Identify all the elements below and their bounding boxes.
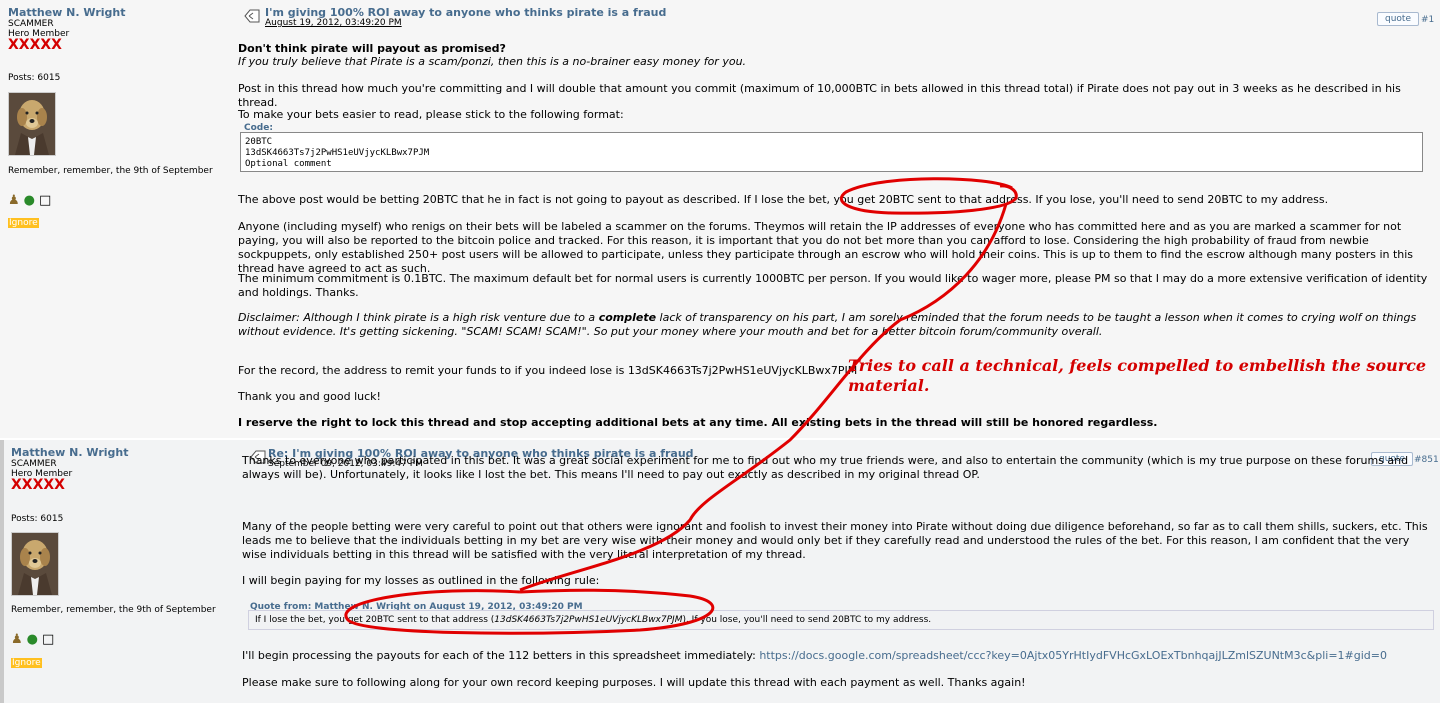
quote-address: 13dSK4663Ts7j2PwHS1eUVjycKLBwx7PJM — [494, 615, 683, 625]
post-heading: Don't think pirate will payout as promis… — [238, 42, 506, 55]
disclaimer-paragraph: Disclaimer: Although I think pirate is a… — [238, 311, 1428, 339]
post-count: Posts: 6015 — [11, 514, 64, 524]
spreadsheet-link[interactable]: https://docs.google.com/spreadsheet/ccc?… — [759, 649, 1387, 662]
forum-post-851: Matthew N. Wright SCAMMER Hero Member XX… — [0, 440, 1440, 703]
scammer-stars: XXXXX — [11, 477, 65, 493]
personal-text: Remember, remember, the 9th of September — [11, 605, 216, 615]
paragraph: Post in this thread how much you're comm… — [238, 82, 1401, 109]
avatar-dog-image — [12, 533, 58, 595]
website-globe-icon[interactable]: ● — [24, 193, 35, 208]
paragraph-bold: I reserve the right to lock this thread … — [238, 416, 1158, 429]
personal-message-icon[interactable]: □ — [39, 193, 51, 208]
paragraph: The above post would be betting 20BTC th… — [238, 193, 1329, 206]
post-body: Thanks to everyone who participated in t… — [242, 440, 1438, 703]
poster-info: Matthew N. Wright SCAMMER Hero Member XX… — [11, 446, 221, 668]
poster-info: Matthew N. Wright SCAMMER Hero Member XX… — [8, 6, 218, 228]
poster-name-link[interactable]: Matthew N. Wright — [11, 446, 221, 459]
ignore-button[interactable]: Ignore — [11, 658, 42, 668]
paragraph-text: I'll begin processing the payouts for ea… — [242, 649, 760, 662]
avatar[interactable] — [8, 92, 56, 156]
code-line: 20BTC — [245, 137, 273, 147]
scammer-stars: XXXXX — [8, 37, 62, 53]
poster-icons: ♟ ● □ — [8, 193, 51, 208]
paragraph: I will begin paying for my losses as out… — [242, 574, 600, 587]
trust-people-icon[interactable]: ♟ — [11, 632, 23, 647]
poster-icons: ♟ ● □ — [11, 632, 54, 647]
disclaimer-text: Disclaimer: Although I think pirate is a… — [238, 311, 599, 324]
personal-message-icon[interactable]: □ — [42, 632, 54, 647]
paragraph: Thanks to everyone who participated in t… — [242, 454, 1409, 481]
personal-text: Remember, remember, the 9th of September — [8, 166, 213, 176]
quote-block: If I lose the bet, you get 20BTC sent to… — [248, 610, 1434, 630]
paragraph: Anyone (including myself) who renigs on … — [238, 220, 1414, 275]
quote-text: If I lose the bet, you get 20BTC sent to… — [255, 615, 495, 625]
quote-text: ). If you lose, you'll need to send 20BT… — [682, 615, 932, 625]
disclaimer-bold: complete — [598, 311, 657, 324]
code-line: Optional comment — [245, 159, 332, 169]
paragraph: To make your bets easier to read, please… — [238, 108, 624, 121]
website-globe-icon[interactable]: ● — [27, 632, 38, 647]
post-subheading: If you truly believe that Pirate is a sc… — [238, 55, 747, 68]
code-line: 13dSK4663Ts7j2PwHS1eUVjycKLBwx7PJM — [245, 148, 430, 158]
avatar-dog-image — [9, 93, 55, 155]
paragraph: Please make sure to following along for … — [242, 676, 1026, 689]
paragraph-with-link: I'll begin processing the payouts for ea… — [242, 649, 1432, 663]
code-block: 20BTC 13dSK4663Ts7j2PwHS1eUVjycKLBwx7PJM… — [240, 132, 1423, 172]
paragraph: The minimum commitment is 0.1BTC. The ma… — [238, 272, 1428, 299]
paragraph: Many of the people betting were very car… — [242, 520, 1428, 561]
poster-rank-scammer: SCAMMER — [11, 459, 57, 469]
post-count: Posts: 6015 — [8, 73, 61, 83]
annotation-caption: Tries to call a technical, feels compell… — [848, 356, 1427, 395]
ignore-button[interactable]: Ignore — [8, 218, 39, 228]
avatar[interactable] — [11, 532, 59, 596]
trust-people-icon[interactable]: ♟ — [8, 193, 20, 208]
poster-rank-scammer: SCAMMER — [8, 19, 54, 29]
poster-name-link[interactable]: Matthew N. Wright — [8, 6, 218, 19]
